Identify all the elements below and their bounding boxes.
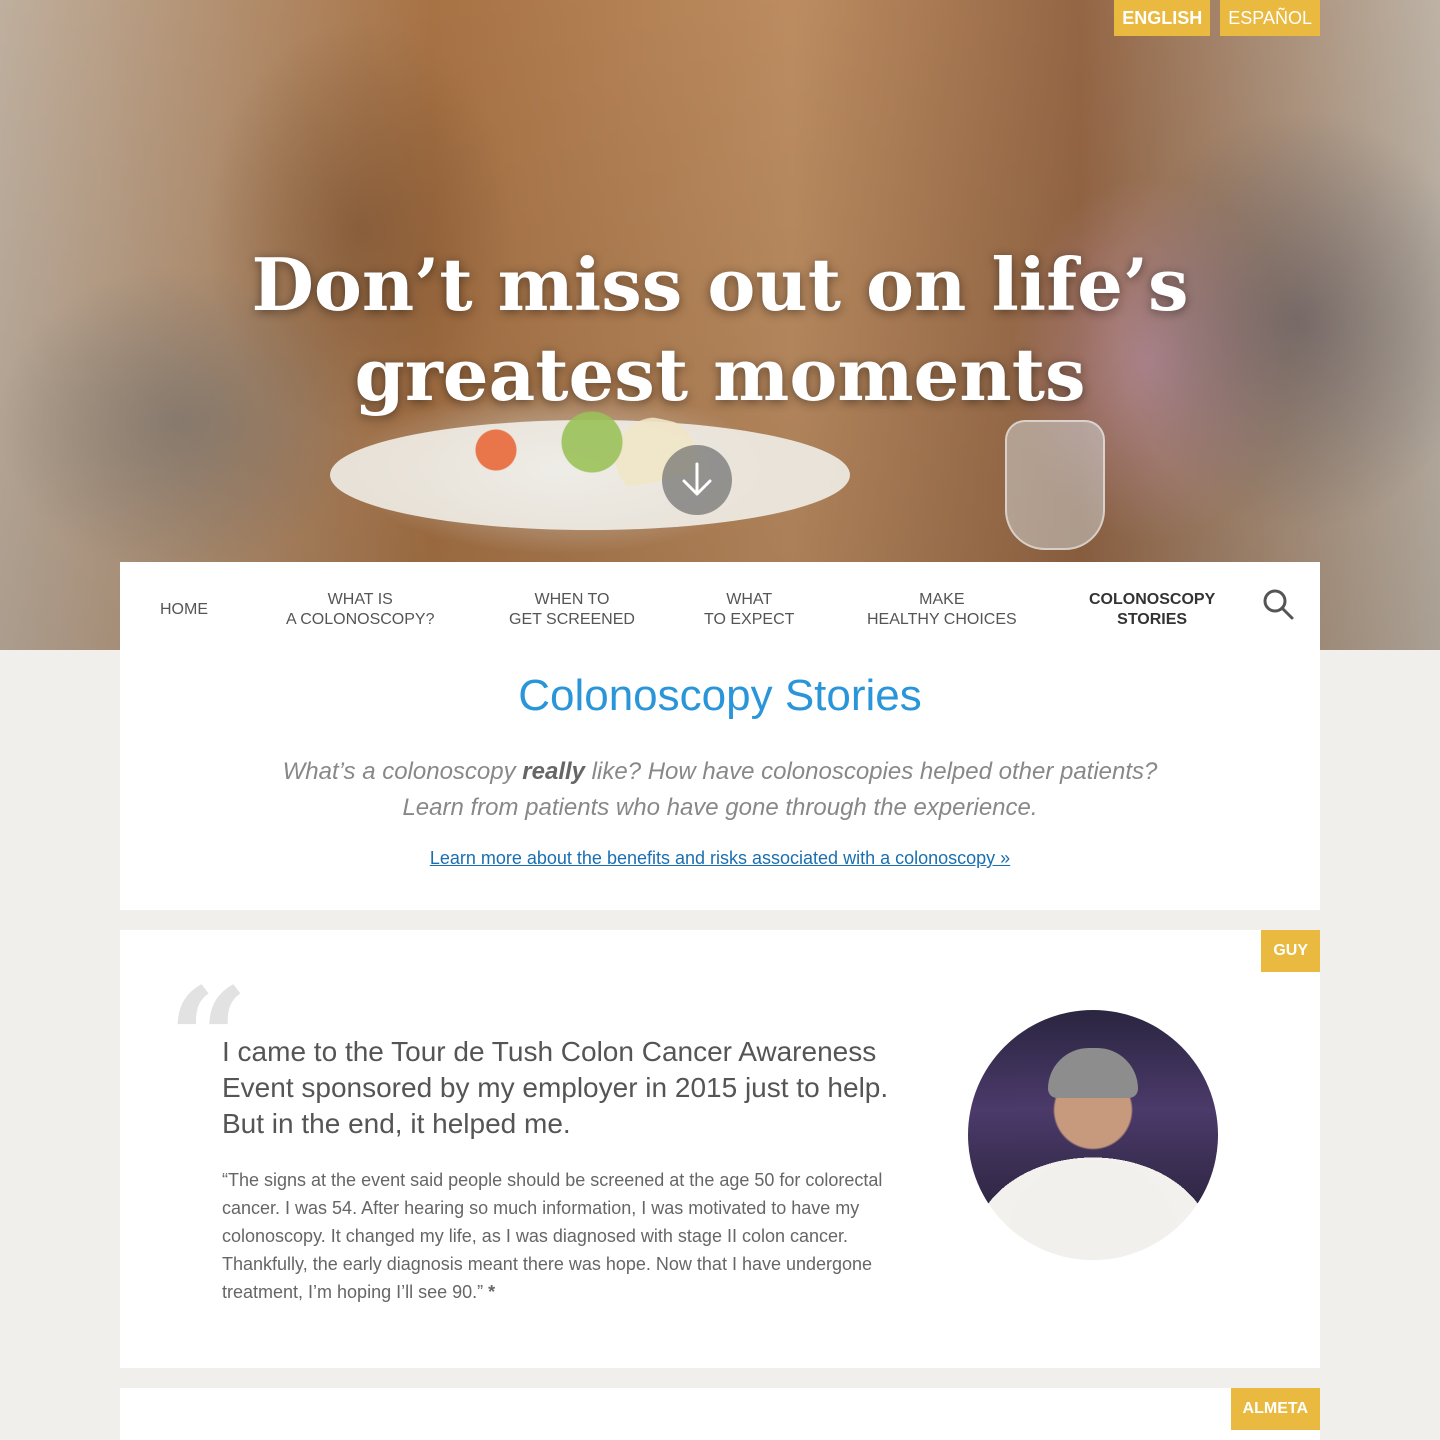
story-avatar (968, 1010, 1218, 1260)
hero-banner: Don’t miss out on life’s greatest moment… (0, 0, 1440, 650)
nav-item-what-to-expect[interactable]: WHAT TO EXPECT (704, 590, 794, 630)
language-switcher: ENGLISH ESPAÑOL (1114, 0, 1320, 36)
avatar-shirt (1008, 1160, 1178, 1260)
nav-item-label: HEALTHY CHOICES (867, 611, 1017, 628)
page-title: Colonoscopy Stories (518, 671, 922, 720)
story-body: “The signs at the event said people shou… (222, 1166, 912, 1306)
nav-item-colonoscopy-stories[interactable]: COLONOSCOPY STORIES (1089, 590, 1215, 630)
story-name-tag: GUY (1261, 930, 1320, 972)
story-headline: I came to the Tour de Tush Colon Cancer … (222, 1036, 889, 1139)
hero-title-line1: Don’t miss out on life’s (251, 242, 1189, 327)
nav-item-home[interactable]: HOME (160, 600, 208, 620)
search-icon (1263, 589, 1294, 620)
nav-item-what-is-colonoscopy[interactable]: WHAT IS A COLONOSCOPY? (286, 590, 435, 630)
nav-item-label: WHAT (726, 591, 773, 608)
hero-title-line2: greatest moments (354, 332, 1086, 417)
nav-item-label: WHEN TO (534, 591, 610, 608)
intro-text: like? How have colonoscopies helped othe… (585, 758, 1158, 785)
nav-item-label: COLONOSCOPY (1089, 591, 1216, 608)
intro-text: What’s a colonoscopy (282, 758, 523, 785)
story-body-text: “The signs at the event said people shou… (222, 1170, 883, 1302)
nav-item-label: HOME (160, 601, 208, 618)
nav-item-label: WHAT IS (327, 591, 393, 608)
avatar-hair (1048, 1048, 1138, 1098)
intro-subtitle-line2: Learn from patients who have gone throug… (402, 794, 1038, 821)
scroll-down-button[interactable] (662, 445, 732, 515)
language-english-button[interactable]: ENGLISH (1114, 0, 1211, 36)
story-card-almeta: ALMETA (120, 1388, 1320, 1440)
intro-subtitle-line1: What’s a colonoscopy really like? How ha… (120, 754, 1320, 790)
nav-item-when-to-get-screened[interactable]: WHEN TO GET SCREENED (509, 590, 635, 630)
language-espanol-button[interactable]: ESPAÑOL (1220, 0, 1320, 36)
main-nav: HOME WHAT IS A COLONOSCOPY? WHEN TO GET … (120, 562, 1320, 650)
nav-item-make-healthy-choices[interactable]: MAKE HEALTHY CHOICES (867, 590, 1017, 630)
footnote-asterisk: * (488, 1282, 496, 1302)
hero-photo-glass (1005, 420, 1105, 550)
nav-item-label: GET SCREENED (509, 611, 635, 628)
nav-item-label: TO EXPECT (704, 611, 795, 628)
intro-emphasis: really (522, 758, 586, 785)
intro-card: Colonoscopy Stories What’s a colonoscopy… (120, 650, 1320, 910)
search-button[interactable] (1260, 586, 1296, 622)
nav-item-label: MAKE (919, 591, 965, 608)
arrow-down-icon (682, 462, 712, 496)
intro-subtitle: What’s a colonoscopy really like? How ha… (120, 754, 1320, 826)
nav-item-label: STORIES (1117, 611, 1188, 628)
story-card-guy: GUY “ I came to the Tour de Tush Colon C… (120, 930, 1320, 1368)
benefits-risks-link[interactable]: Learn more about the benefits and risks … (430, 848, 1010, 869)
story-name-tag: ALMETA (1230, 1388, 1320, 1430)
hero-title: Don’t miss out on life’s greatest moment… (0, 240, 1440, 420)
nav-item-label: A COLONOSCOPY? (286, 611, 435, 628)
